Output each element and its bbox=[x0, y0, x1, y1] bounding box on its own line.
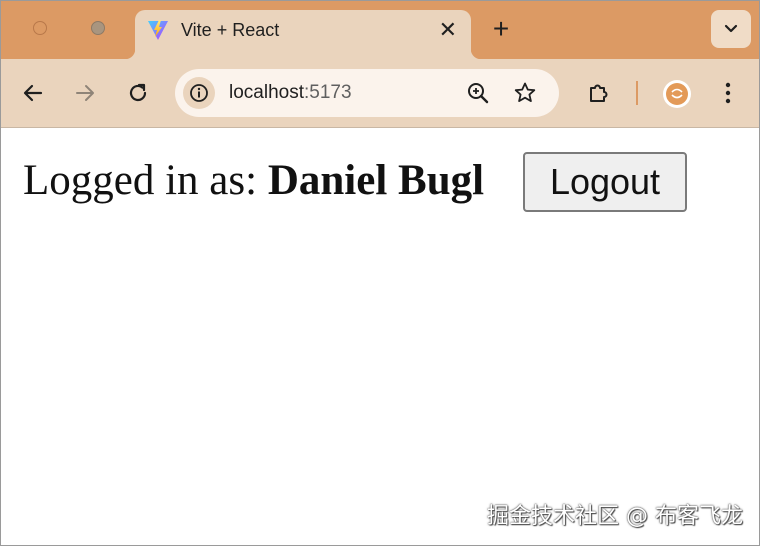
window-minimize-light[interactable] bbox=[91, 21, 105, 35]
url-text: localhost:5173 bbox=[229, 82, 352, 104]
watermark: 掘金技术社区 @ 布客飞龙 bbox=[487, 504, 743, 529]
profile-icon bbox=[666, 83, 688, 105]
tab-vite-react[interactable]: Vite + React ✕ bbox=[125, 10, 481, 59]
extensions-button[interactable] bbox=[586, 80, 612, 106]
logged-in-prefix: Logged in as: bbox=[23, 158, 268, 204]
tab-search-button[interactable] bbox=[711, 10, 751, 48]
site-info-button[interactable] bbox=[183, 77, 215, 109]
browser-window: Vite + React ✕ + localhost:5173 Logged i… bbox=[0, 0, 760, 546]
logout-button[interactable]: Logout bbox=[523, 152, 687, 212]
vite-logo-icon bbox=[147, 19, 169, 41]
tab-strip: Vite + React ✕ + bbox=[1, 1, 759, 59]
kebab-menu-icon[interactable] bbox=[721, 80, 735, 106]
window-close-light[interactable] bbox=[33, 21, 47, 35]
url-port: :5173 bbox=[304, 82, 352, 103]
star-icon[interactable] bbox=[513, 81, 537, 105]
address-bar[interactable]: localhost:5173 bbox=[175, 69, 559, 117]
zoom-in-icon[interactable] bbox=[466, 81, 490, 105]
browser-toolbar: localhost:5173 bbox=[1, 59, 759, 128]
back-button[interactable] bbox=[20, 80, 46, 106]
new-tab-button[interactable]: + bbox=[487, 15, 515, 43]
page-content: Logged in as: Daniel Bugl Logout 掘金技术社区 … bbox=[1, 128, 759, 545]
forward-button[interactable] bbox=[72, 80, 98, 106]
arrow-left-icon bbox=[23, 84, 43, 102]
puzzle-icon bbox=[590, 84, 608, 102]
chevron-down-icon bbox=[724, 24, 738, 33]
reload-button[interactable] bbox=[125, 80, 151, 106]
arrow-right-icon bbox=[76, 85, 94, 101]
reload-icon bbox=[129, 83, 147, 102]
close-icon[interactable]: ✕ bbox=[439, 18, 457, 42]
avatar[interactable] bbox=[663, 80, 691, 108]
username: Daniel Bugl bbox=[267, 158, 485, 204]
toolbar-divider bbox=[636, 81, 638, 105]
logged-in-status: Logged in as: Daniel Bugl bbox=[23, 158, 525, 206]
info-icon bbox=[190, 84, 208, 102]
tab-title: Vite + React bbox=[181, 20, 280, 40]
url-host: localhost bbox=[229, 82, 304, 103]
